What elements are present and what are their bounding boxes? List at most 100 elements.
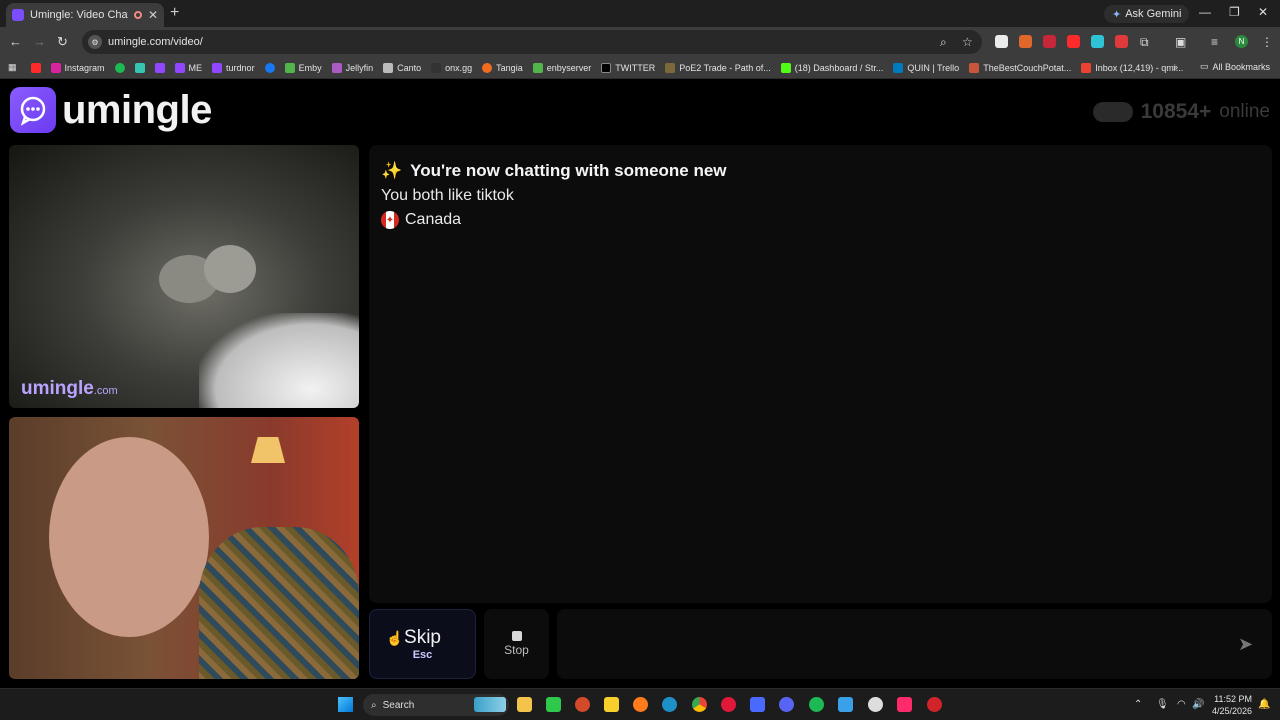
bookmarks-bar: ▦ Instagram ME turdnor Emby Jellyfin Can… (0, 57, 1280, 79)
shared-interest-text: You both like tiktok (381, 187, 514, 204)
umingle-logo[interactable]: umingle (10, 87, 212, 133)
bookmark-star-icon[interactable]: ☆ (962, 35, 973, 49)
watermark-suffix: .com (93, 385, 118, 397)
bookmark-poe2[interactable]: PoE2 Trade - Path of... (665, 62, 771, 73)
poe-icon (665, 62, 676, 73)
extension-tag-icon[interactable] (1115, 35, 1128, 48)
tray-chevron-icon[interactable]: ⌃ (1134, 699, 1142, 710)
folder-icon: ▭ (1199, 61, 1209, 71)
onx-icon (431, 62, 442, 73)
edge-icon[interactable] (662, 697, 677, 712)
bookmark-app[interactable] (134, 62, 145, 73)
extension-7tv-icon[interactable] (1091, 35, 1104, 48)
bookmark-label: Tangia (496, 62, 523, 73)
app-icon[interactable] (575, 697, 590, 712)
media-controls-icon[interactable]: ≡ (1211, 35, 1218, 49)
logo-text: umingle (62, 87, 212, 132)
sticky-notes-icon[interactable] (604, 697, 619, 712)
sparkle-icon: ✨ (381, 161, 403, 180)
zoom-icon[interactable]: ⌕ (940, 35, 947, 50)
microphone-icon[interactable]: 🎙 (1156, 699, 1169, 710)
bookmark-spotify[interactable] (114, 62, 125, 73)
obs-icon[interactable] (868, 697, 883, 712)
bookmark-onx[interactable]: onx.gg (431, 62, 472, 73)
stranger-country: ✦ Canada (381, 211, 1260, 229)
youtube-icon (30, 62, 41, 73)
gemini-sparkle-icon: ✦ (1112, 8, 1122, 21)
widget-icon[interactable] (474, 697, 506, 712)
extension-red-icon[interactable] (1043, 35, 1056, 48)
canada-flag-icon: ✦ (381, 211, 399, 229)
maximize-icon[interactable]: ❐ (1229, 5, 1240, 19)
app-icon[interactable] (927, 697, 942, 712)
bookmark-instagram[interactable]: Instagram (50, 62, 105, 73)
bookmark-label: Inbox (12,419) - qmi... (1095, 62, 1184, 73)
send-icon[interactable]: ➤ (1238, 634, 1253, 655)
stop-button[interactable]: Stop (484, 609, 549, 679)
all-bookmarks-button[interactable]: » ▭ All Bookmarks (1173, 61, 1270, 72)
forward-icon[interactable]: → (33, 34, 46, 49)
online-counter: 10854+ online (1092, 100, 1270, 124)
window-close-icon[interactable]: ✕ (1258, 5, 1268, 19)
back-icon[interactable]: ← (9, 34, 22, 49)
app-icon[interactable] (750, 697, 765, 712)
url-text[interactable]: umingle.com/video/ (108, 36, 203, 48)
extension-youtube-icon[interactable] (1067, 35, 1080, 48)
opera-icon[interactable] (721, 697, 736, 712)
message-input[interactable] (557, 609, 1272, 679)
bookmark-dashboard[interactable]: (18) Dashboard / Str... (780, 62, 883, 73)
recording-indicator-icon (133, 11, 142, 19)
discord-icon[interactable] (779, 697, 794, 712)
bookmark-turdnor[interactable]: turdnor (212, 62, 255, 73)
theme-toggle[interactable] (1092, 102, 1133, 122)
tab-umingle[interactable]: Umingle: Video Chat with S ✕ (6, 3, 164, 27)
bookmark-label: turdnor (226, 62, 255, 73)
profile-avatar[interactable]: N (1235, 35, 1248, 48)
bookmark-youtube[interactable] (30, 62, 41, 73)
reload-icon[interactable]: ↻ (57, 34, 68, 50)
watermark-text: umingle (21, 378, 94, 399)
bookmark-tangia[interactable]: Tangia (482, 62, 523, 73)
skip-label: Skip (404, 627, 441, 648)
bookmark-trello[interactable]: QUIN | Trello (893, 62, 959, 73)
notification-bell-icon[interactable]: 🔔 (1258, 699, 1270, 710)
bookmark-couchpotato[interactable]: TheBestCouchPotat... (969, 62, 1071, 73)
bookmark-facebook[interactable] (264, 62, 275, 73)
minimize-icon[interactable]: — (1199, 5, 1211, 19)
bookmark-canto[interactable]: Canto (383, 62, 421, 73)
spotify-icon[interactable] (809, 697, 824, 712)
firefox-icon[interactable] (633, 697, 648, 712)
bookmark-me[interactable]: ME (174, 62, 202, 73)
bookmark-enbyserver[interactable]: enbyserver (532, 62, 591, 73)
site-info-icon[interactable]: ⚙ (88, 35, 102, 49)
new-tab-button[interactable]: + (170, 4, 179, 22)
extension-fox-icon[interactable] (1019, 35, 1032, 48)
extensions-puzzle-icon[interactable]: ⧉ (1140, 35, 1149, 50)
close-tab-icon[interactable]: ✕ (148, 8, 158, 22)
online-count: 10854+ (1140, 100, 1212, 123)
notepad-icon[interactable] (838, 697, 853, 712)
facebook-icon (264, 62, 275, 73)
bookmark-inbox[interactable]: Inbox (12,419) - qmi... (1081, 62, 1184, 73)
taskbar-clock[interactable]: 11:52 PM 4/25/2026 (1208, 693, 1252, 717)
extension-k-icon[interactable] (995, 35, 1008, 48)
blanket (199, 313, 359, 408)
windows-start-icon[interactable] (338, 697, 353, 712)
umingle-favicon-icon (12, 9, 24, 21)
apps-grid-icon[interactable]: ▦ (8, 62, 17, 73)
bookmark-emby[interactable]: Emby (284, 62, 322, 73)
browser-menu-icon[interactable]: ⋮ (1261, 35, 1273, 49)
address-bar[interactable]: ⚙ umingle.com/video/ (82, 30, 982, 54)
bookmark-twitter[interactable]: TWITTER (601, 62, 655, 73)
chevron-right-icon: » (1172, 61, 1178, 72)
file-explorer-icon[interactable] (517, 697, 532, 712)
chrome-icon[interactable] (692, 697, 707, 712)
bookmark-jellyfin[interactable]: Jellyfin (331, 62, 373, 73)
ask-gemini-button[interactable]: ✦ Ask Gemini (1104, 5, 1190, 23)
volume-icon[interactable]: 🔊 (1192, 699, 1204, 710)
bookmark-twitch[interactable] (154, 62, 165, 73)
tiktok-icon[interactable] (897, 697, 912, 712)
tab-search-icon[interactable]: ▣ (1175, 35, 1186, 49)
play-icon[interactable] (546, 697, 561, 712)
wifi-icon[interactable]: ◠ (1177, 699, 1186, 710)
